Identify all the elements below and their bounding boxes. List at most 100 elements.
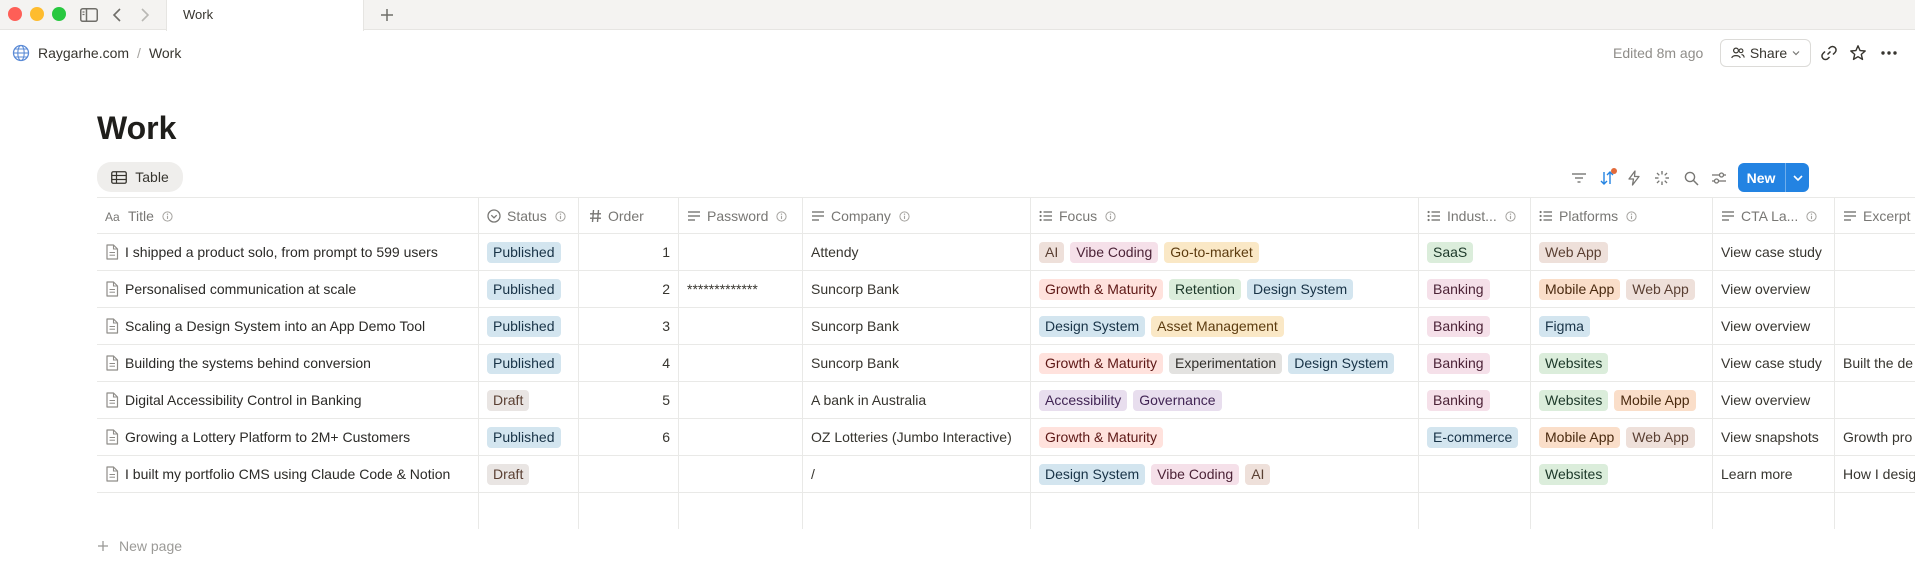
table-row[interactable]: I shipped a product solo, from prompt to…: [97, 234, 1915, 271]
forward-arrow-icon[interactable]: [136, 4, 154, 26]
breadcrumb-workspace-link[interactable]: Raygarhe.com: [38, 45, 129, 61]
tag-focus: Go-to-market: [1164, 241, 1259, 263]
view-label: Table: [135, 169, 169, 185]
column-header-label: Focus: [1059, 208, 1098, 224]
table-row[interactable]: Digital Accessibility Control in Banking…: [97, 382, 1915, 419]
info-icon[interactable]: [555, 210, 566, 222]
sidebar-toggle-icon[interactable]: [78, 4, 100, 26]
cell-platforms: Mobile App Web App: [1531, 271, 1713, 307]
new-record-button[interactable]: New: [1738, 163, 1809, 192]
text-lines-icon: [1721, 210, 1735, 222]
cell-order: 4: [579, 345, 679, 381]
star-favorite-icon[interactable]: [1846, 41, 1870, 65]
column-header-status[interactable]: Status: [479, 198, 579, 234]
info-icon[interactable]: [776, 210, 788, 222]
browser-tab-work[interactable]: Work: [166, 0, 364, 31]
column-header-title[interactable]: Aa Title: [97, 198, 479, 234]
column-header-password[interactable]: Password: [679, 198, 803, 234]
filter-icon[interactable]: [1569, 168, 1589, 188]
column-header-order[interactable]: Order: [579, 198, 679, 234]
cell-focus: AI Vibe Coding Go-to-market: [1031, 234, 1419, 270]
cell-industry: SaaS: [1419, 234, 1531, 270]
table-icon: [111, 170, 128, 184]
search-icon[interactable]: [1681, 168, 1701, 188]
cell-title[interactable]: Building the systems behind conversion: [97, 345, 479, 381]
column-header-focus[interactable]: Focus: [1031, 198, 1419, 234]
cell-company: /: [803, 456, 1031, 492]
tag-status: Published: [487, 278, 561, 300]
view-tab-table[interactable]: Table: [97, 162, 183, 192]
cell-order: 1: [579, 234, 679, 270]
cell-password: [679, 345, 803, 381]
table-row[interactable]: Scaling a Design System into an App Demo…: [97, 308, 1915, 345]
cell-cta[interactable]: View case study: [1713, 234, 1835, 270]
new-options-chevron-icon[interactable]: [1786, 163, 1809, 192]
share-label: Share: [1749, 45, 1788, 61]
cell-status: [479, 493, 579, 529]
cell-text: Growing a Lottery Platform to 2M+ Custom…: [125, 429, 411, 445]
column-header-company[interactable]: Company: [803, 198, 1031, 234]
column-header-excerpt[interactable]: Excerpt: [1835, 198, 1915, 234]
tag-focus: Accessibility: [1039, 389, 1128, 411]
info-icon[interactable]: [899, 210, 910, 222]
more-options-icon[interactable]: [1877, 41, 1901, 65]
cell-title[interactable]: I shipped a product solo, from prompt to…: [97, 234, 479, 270]
cell-status: Published: [479, 308, 579, 344]
cell-text: View overview: [1721, 318, 1811, 334]
cell-text: View overview: [1721, 281, 1811, 297]
cell-title[interactable]: Personalised communication at scale: [97, 271, 479, 307]
maximize-window-button[interactable]: [52, 7, 66, 21]
cell-password: [679, 308, 803, 344]
cell-cta[interactable]: View case study: [1713, 345, 1835, 381]
cell-title[interactable]: I built my portfolio CMS using Claude Co…: [97, 456, 479, 492]
info-icon[interactable]: [162, 210, 173, 222]
info-icon[interactable]: [1626, 210, 1637, 222]
table-row[interactable]: Building the systems behind conversion Pu…: [97, 345, 1915, 382]
automation-bolt-icon[interactable]: [1624, 168, 1644, 188]
table-row[interactable]: Growing a Lottery Platform to 2M+ Custom…: [97, 419, 1915, 456]
cell-cta[interactable]: View overview: [1713, 271, 1835, 307]
cell-order: 6: [579, 419, 679, 455]
tag-platforms: Websites: [1539, 352, 1609, 374]
share-button[interactable]: Share: [1720, 39, 1811, 67]
cell-platforms: [1531, 493, 1713, 529]
cell-platforms: Websites: [1531, 456, 1713, 492]
new-tab-plus-icon[interactable]: [376, 4, 398, 26]
cell-cta[interactable]: View overview: [1713, 308, 1835, 344]
new-page-label: New page: [119, 538, 183, 554]
cell-password: [679, 493, 803, 529]
column-header-label: Title: [128, 208, 154, 224]
info-icon[interactable]: [1105, 210, 1116, 222]
cell-company: Attendy: [803, 234, 1031, 270]
tag-focus: Retention: [1169, 278, 1241, 300]
info-icon[interactable]: [1806, 210, 1817, 222]
close-window-button[interactable]: [8, 7, 22, 21]
cell-text: 4: [662, 355, 670, 371]
cell-platforms: Websites Mobile App: [1531, 382, 1713, 418]
column-header-cta[interactable]: CTA La...: [1713, 198, 1835, 234]
tag-focus: Growth & Maturity: [1039, 278, 1164, 300]
breadcrumb-page-link[interactable]: Work: [149, 45, 181, 61]
cell-cta[interactable]: View overview: [1713, 382, 1835, 418]
cell-cta[interactable]: [1713, 493, 1835, 529]
cell-title[interactable]: [97, 493, 479, 529]
table-row[interactable]: Personalised communication at scale Publi…: [97, 271, 1915, 308]
table-row[interactable]: I built my portfolio CMS using Claude Co…: [97, 456, 1915, 493]
cell-cta[interactable]: View snapshots: [1713, 419, 1835, 455]
info-icon[interactable]: [1505, 210, 1516, 222]
cell-focus: [1031, 493, 1419, 529]
cell-cta[interactable]: Learn more: [1713, 456, 1835, 492]
cell-industry: Banking: [1419, 308, 1531, 344]
new-page-button[interactable]: New page: [97, 538, 182, 554]
copy-link-icon[interactable]: [1817, 41, 1841, 65]
column-header-platforms[interactable]: Platforms: [1531, 198, 1713, 234]
cell-title[interactable]: Digital Accessibility Control in Banking: [97, 382, 479, 418]
minimize-window-button[interactable]: [30, 7, 44, 21]
ai-sparkle-icon[interactable]: [1652, 168, 1672, 188]
cell-title[interactable]: Scaling a Design System into an App Demo…: [97, 308, 479, 344]
cell-title[interactable]: Growing a Lottery Platform to 2M+ Custom…: [97, 419, 479, 455]
sort-icon[interactable]: [1597, 168, 1617, 188]
column-header-industry[interactable]: Indust...: [1419, 198, 1531, 234]
settings-sliders-icon[interactable]: [1709, 168, 1729, 188]
back-arrow-icon[interactable]: [108, 4, 126, 26]
